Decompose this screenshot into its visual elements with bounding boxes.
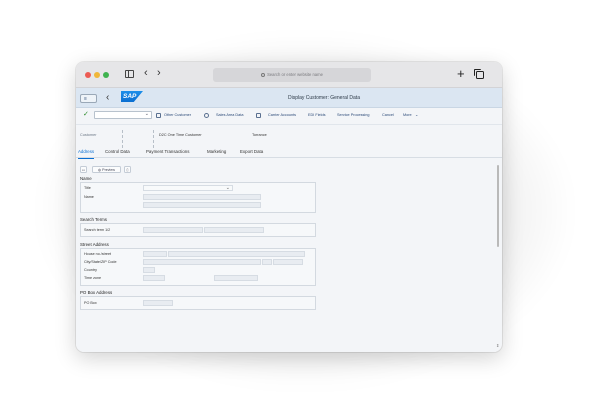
time-zone-label: Time zone [84, 276, 102, 280]
chevron-down-icon: ⌄ [225, 184, 230, 191]
title-label: Title [84, 186, 91, 190]
forward-arrow-icon[interactable]: › [157, 68, 161, 79]
preview-label: Preview [102, 168, 115, 172]
section-name-title: Name [80, 176, 92, 181]
name-panel: Title ⌄ Name [80, 182, 316, 213]
po-box-panel: PO Box [80, 296, 316, 310]
address-bar[interactable]: Search or enter website name [213, 68, 371, 82]
sidebar-toggle-icon[interactable] [125, 70, 134, 78]
section-po-box-title: PO Box Address [80, 290, 113, 295]
check-icon[interactable]: ✓ [83, 110, 89, 118]
page-icon[interactable]: ▯ [124, 166, 131, 173]
toolbar-carrier-accounts[interactable]: Carrier Accounts [268, 109, 296, 122]
title-select[interactable]: ⌄ [143, 185, 233, 191]
country-label: Country [84, 268, 97, 272]
city-field[interactable] [143, 259, 261, 265]
customer-name-value: D2C One Time Customer [159, 133, 202, 137]
carrier-accounts-icon [256, 113, 261, 118]
street-address-panel: House no./street City/State/ZIP Code Cou… [80, 248, 316, 286]
scroll-arrows-icon[interactable]: ⇕ [496, 344, 499, 348]
tab-marketing[interactable]: Marketing [207, 146, 226, 158]
tab-control-data[interactable]: Control Data [105, 146, 130, 158]
scrollbar-thumb[interactable] [497, 165, 499, 247]
po-box-field[interactable] [143, 300, 173, 306]
tab-payment-transactions[interactable]: Payment Transactions [146, 146, 189, 158]
minimize-window-button[interactable] [94, 72, 100, 78]
back-arrow-icon[interactable]: ‹ [144, 68, 148, 79]
command-field[interactable]: ⌄ [94, 111, 152, 119]
vertical-scrollbar[interactable]: ⇕ [496, 159, 500, 352]
customer-city-value: Torrance [252, 133, 267, 137]
sales-area-icon [204, 113, 209, 118]
toolbar-more[interactable]: More [403, 109, 412, 122]
city-state-zip-label: City/State/ZIP Code [84, 260, 117, 264]
close-window-button[interactable] [85, 72, 91, 78]
search-terms-panel: Search term 1/2 [80, 223, 316, 237]
toolbar-cancel[interactable]: Cancel [382, 109, 394, 122]
tab-address[interactable]: Address [78, 146, 95, 159]
search-term-label: Search term 1/2 [84, 228, 111, 232]
po-box-label: PO Box [84, 301, 97, 305]
toolbar-other-customer[interactable]: Other Customer [164, 109, 191, 122]
browser-window: ‹ › Search or enter website name + ≡ ‹ D… [76, 62, 502, 352]
address-tab-content: ▭ ◍ Preview ▯ Name Title ⌄ Name Search T… [76, 159, 496, 352]
tab-overview-icon[interactable] [474, 69, 484, 79]
more-chevron-icon: ⌄ [415, 113, 419, 117]
browser-toolbar: ‹ › Search or enter website name + [76, 62, 502, 88]
other-customer-icon [156, 113, 161, 118]
toolbar-sales-area-data[interactable]: Sales Area Data [216, 109, 243, 122]
search-term-2-field[interactable] [204, 227, 264, 233]
preview-button[interactable]: ◍ Preview [92, 166, 121, 173]
application-toolbar: ✓ ⌄ Other Customer Sales Area Data Carri… [76, 109, 502, 122]
toolbar-edi-fields[interactable]: EDI Fields [308, 109, 326, 122]
zip-field[interactable] [273, 259, 303, 265]
house-number-field[interactable] [143, 251, 167, 257]
time-zone-field[interactable] [143, 275, 165, 281]
name-field-2[interactable] [143, 202, 261, 208]
tab-strip: Address Control Data Payment Transaction… [76, 146, 502, 159]
tab-export-data[interactable]: Export Data [240, 146, 263, 158]
address-bar-placeholder: Search or enter website name [267, 72, 323, 77]
section-street-address-title: Street Address [80, 242, 109, 247]
chevron-down-icon: ⌄ [144, 111, 149, 117]
toolbar-service-processing[interactable]: Service Processing [337, 109, 370, 122]
display-icon[interactable]: ▭ [80, 166, 87, 173]
house-street-label: House no./street [84, 252, 112, 256]
state-field[interactable] [262, 259, 272, 265]
search-term-1-field[interactable] [143, 227, 203, 233]
street-field[interactable] [168, 251, 305, 257]
section-search-terms-title: Search Terms [80, 217, 108, 222]
maximize-window-button[interactable] [103, 72, 109, 78]
name-field[interactable] [143, 194, 261, 200]
name-label: Name [84, 195, 94, 199]
search-icon [261, 72, 266, 77]
new-tab-plus-icon[interactable]: + [457, 67, 465, 80]
sap-shell-bar: ≡ ‹ Display Customer: General Data SAP [76, 88, 502, 108]
customer-label: Customer [80, 133, 97, 137]
country-field[interactable] [143, 267, 155, 273]
time-zone-description-field[interactable] [214, 275, 258, 281]
